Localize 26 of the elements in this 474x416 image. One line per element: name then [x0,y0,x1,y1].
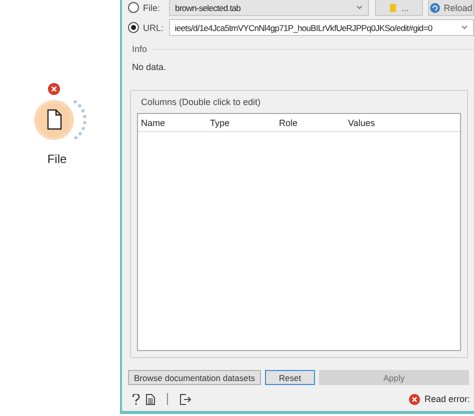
column-header[interactable]: Role [276,118,345,128]
info-title: Info [132,44,148,54]
document-icon[interactable] [146,394,155,404]
action-button[interactable]: Browse documentation datasets [128,370,261,385]
url-dropdown[interactable]: ieets/d/1e4Jca5tmVYCnNl4gp71P_houBILrVkfUeRJPPq0JKSo/edit#gid=0 [168,19,474,36]
info-text: No data. [132,62,166,72]
column-header[interactable]: Type [207,118,276,128]
folder-icon [389,2,398,12]
reload-icon [430,2,440,12]
action-button[interactable]: Reset [265,370,315,385]
reload-button[interactable]: Reload [428,0,474,16]
help-icon[interactable] [132,394,140,404]
status-message: Read error: [424,394,470,404]
file-radio[interactable] [128,2,139,13]
url-label: URL: [143,22,165,32]
column-header[interactable]: Name [138,118,207,128]
columns-title: Columns (Double click to edit) [141,97,262,107]
caret-icon[interactable] [461,25,468,30]
file-dropdown[interactable]: brown-selected.tab [169,0,369,16]
output-icon[interactable] [180,394,191,404]
url-radio[interactable] [128,22,139,33]
browse-file-button[interactable]: ... [375,0,423,16]
column-header[interactable]: Values [345,118,414,128]
file-label: File: [143,2,162,12]
node-label: File [47,152,67,166]
caret-icon[interactable] [356,5,363,10]
